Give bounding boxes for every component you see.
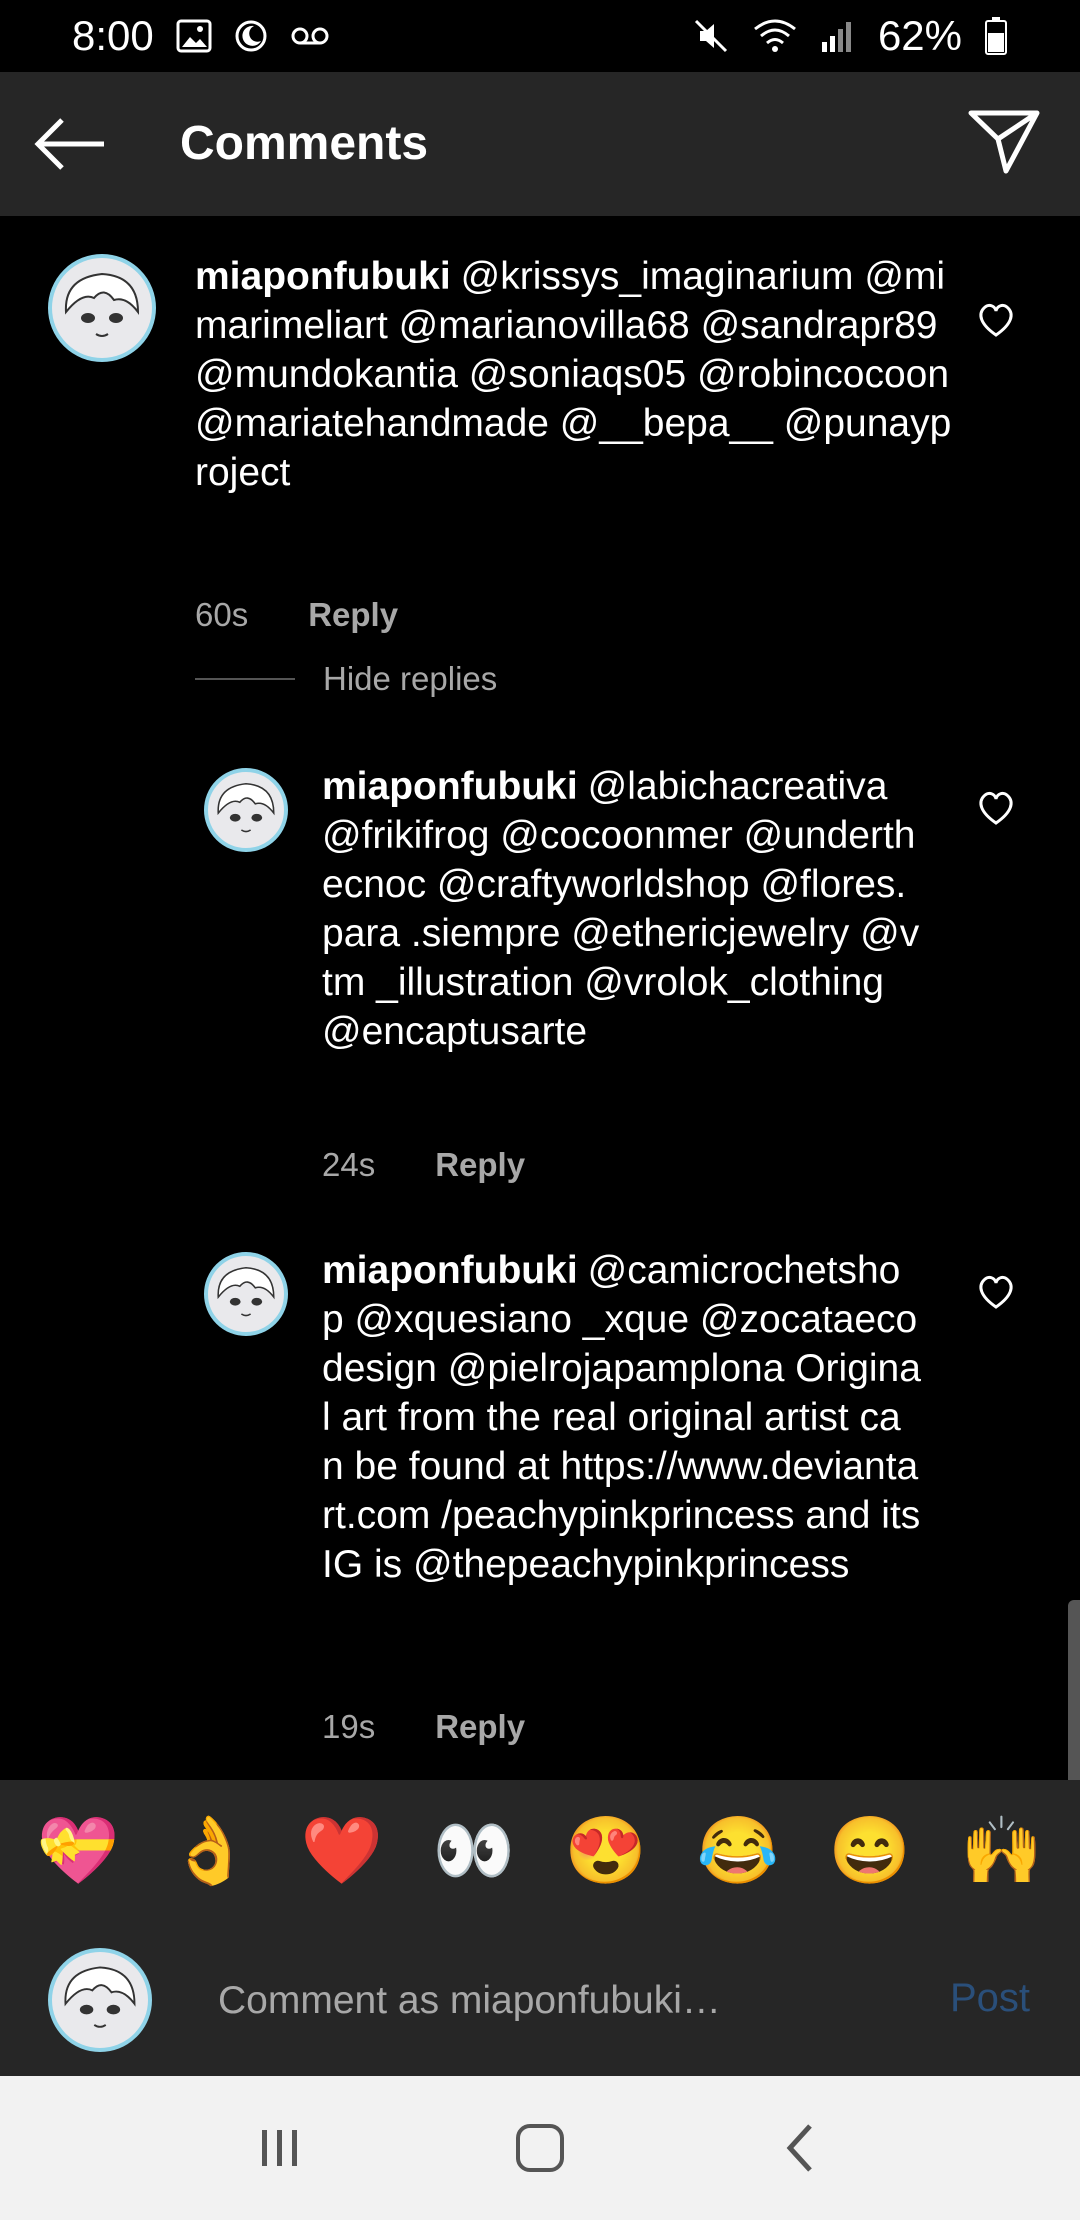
status-time: 8:00 <box>72 12 154 59</box>
wifi-icon <box>752 17 798 55</box>
comments-list: miaponfubuki @krissys_imaginarium @mimari… <box>0 216 1080 1780</box>
avatar[interactable] <box>204 768 288 852</box>
system-nav-bar <box>0 2076 1080 2220</box>
system-back-button[interactable] <box>755 2103 845 2193</box>
reply-body: miaponfubuki @labichacreativa @frikifrog … <box>322 762 922 1056</box>
divider <box>195 678 295 680</box>
reply-text: @labichacreativa @frikifrog @cocoonmer @… <box>322 765 920 1053</box>
emoji-grin[interactable]: 😄 <box>815 1795 925 1905</box>
like-button[interactable] <box>972 1268 1020 1316</box>
post-button[interactable]: Post <box>950 1976 1030 2021</box>
hide-replies-toggle[interactable]: Hide replies <box>195 660 497 698</box>
signal-icon <box>820 18 856 54</box>
heart-icon <box>979 303 1013 337</box>
reply-username[interactable]: miaponfubuki <box>322 765 578 808</box>
reply-time: 24s <box>322 1146 376 1183</box>
heart-icon <box>979 791 1013 825</box>
battery-percent: 62% <box>877 12 962 59</box>
hide-replies-label: Hide replies <box>323 660 498 697</box>
avatar-illustration <box>217 1267 275 1317</box>
back-icon <box>786 2124 812 2172</box>
avatar[interactable] <box>204 1252 288 1336</box>
avatar[interactable] <box>48 254 156 362</box>
page-title: Comments <box>180 117 429 170</box>
avatar-illustration <box>64 272 140 337</box>
arrow-left-icon <box>34 118 104 170</box>
reply-body: miaponfubuki @camicrochetshop @xquesiano … <box>322 1246 922 1589</box>
composer-avatar <box>48 1948 152 2052</box>
like-button[interactable] <box>972 784 1020 832</box>
comment-body: miaponfubuki @krissys_imaginarium @mimari… <box>195 252 955 497</box>
comment-time: 60s <box>195 596 249 633</box>
emoji-heart-eyes[interactable]: 😍 <box>551 1795 661 1905</box>
status-left: 8:00 <box>72 12 330 60</box>
heart-icon <box>979 1275 1013 1309</box>
home-icon <box>516 2124 564 2172</box>
reply-time: 19s <box>322 1708 376 1745</box>
home-button[interactable] <box>495 2103 585 2193</box>
recents-icon <box>262 2130 297 2166</box>
comment-composer: Post <box>0 1920 1080 2076</box>
comment-meta: 60s Reply <box>195 596 398 634</box>
battery-icon <box>984 16 1008 56</box>
avatar-illustration <box>217 783 275 833</box>
reply-button[interactable]: Reply <box>435 1708 525 1746</box>
like-button[interactable] <box>972 296 1020 344</box>
reply-button[interactable]: Reply <box>435 1146 525 1184</box>
share-button[interactable] <box>964 102 1044 182</box>
voicemail-icon <box>290 25 330 47</box>
emoji-ok-hand[interactable]: 👌 <box>155 1795 265 1905</box>
emoji-bar: 💝 👌 ❤️ 👀 😍 😂 😄 🙌 <box>0 1780 1080 1920</box>
emoji-raised-hands[interactable]: 🙌 <box>947 1795 1057 1905</box>
reply-text: @camicrochetshop @xquesiano _xque @zocat… <box>322 1249 921 1586</box>
moon-icon <box>234 19 268 53</box>
mute-icon <box>692 17 730 55</box>
recents-button[interactable] <box>235 2103 325 2193</box>
app-header: Comments <box>0 72 1080 216</box>
emoji-eyes[interactable]: 👀 <box>419 1795 529 1905</box>
image-icon <box>176 19 212 53</box>
back-button[interactable] <box>34 110 106 178</box>
send-icon <box>968 110 1040 174</box>
avatar-illustration <box>64 1966 136 2028</box>
reply-meta: 19s Reply <box>322 1708 525 1746</box>
reply-button[interactable]: Reply <box>308 596 398 634</box>
status-bar: 8:00 62% <box>0 0 1080 72</box>
emoji-gift-heart[interactable]: 💝 <box>23 1795 133 1905</box>
emoji-tears-of-joy[interactable]: 😂 <box>683 1795 793 1905</box>
comment-input[interactable] <box>216 1972 920 2030</box>
comment-username[interactable]: miaponfubuki <box>195 255 451 298</box>
reply-username[interactable]: miaponfubuki <box>322 1249 578 1292</box>
emoji-red-heart[interactable]: ❤️ <box>287 1795 397 1905</box>
reply-meta: 24s Reply <box>322 1146 525 1184</box>
status-right: 62% <box>692 12 1008 60</box>
